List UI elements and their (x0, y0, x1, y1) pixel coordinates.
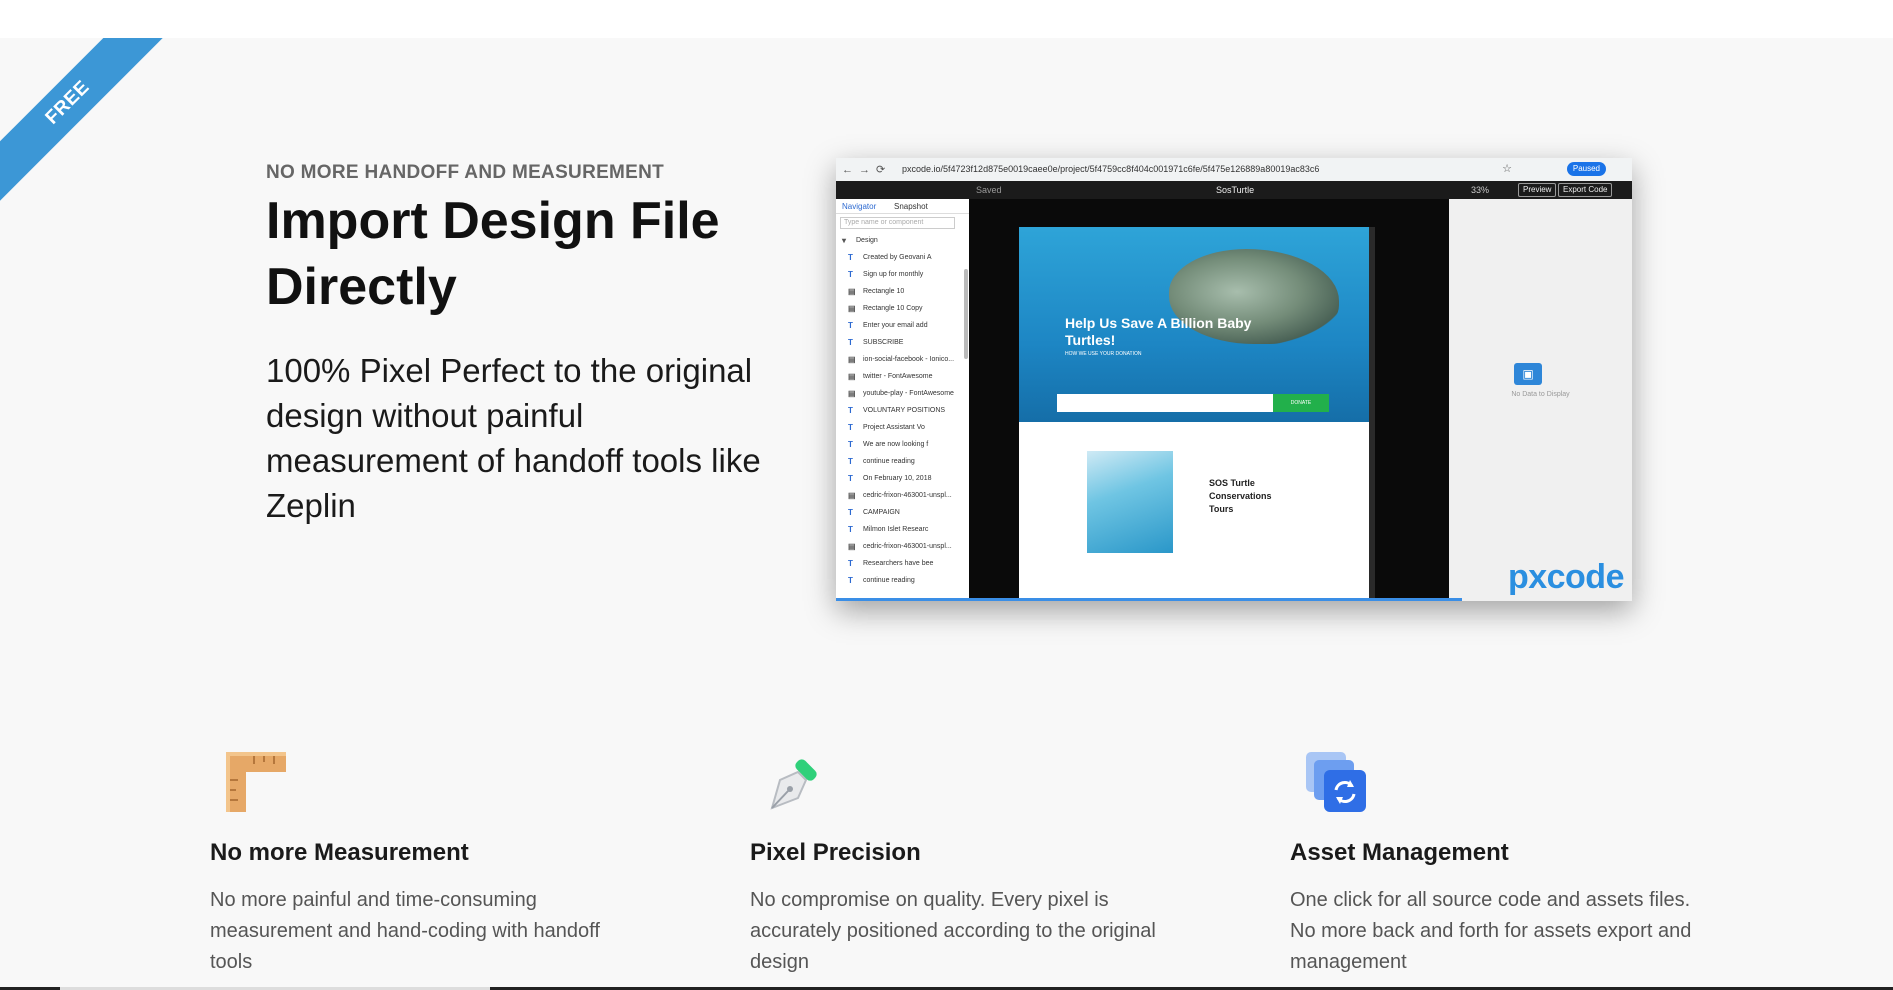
layer-item: Project Assistant Vo (836, 419, 969, 436)
layer-item: youtube-play - FontAwesome (836, 385, 969, 402)
layer-item: continue reading (836, 453, 969, 470)
zoom-level: 33% (1471, 185, 1490, 195)
sos-title: SOS Turtle Conservations Tours (1209, 478, 1272, 514)
section-title: Import Design File Directly (266, 192, 720, 316)
section-description: 100% Pixel Perfect to the original desig… (266, 352, 761, 524)
design-canvas: Help Us Save A Billion Baby Turtles! HOW… (969, 199, 1449, 601)
artboard: Help Us Save A Billion Baby Turtles! HOW… (1019, 227, 1369, 601)
layer-item: cedric-frixon-463001-unspl... (836, 487, 969, 504)
layer-item: CAMPAIGN (836, 504, 969, 521)
pxcode-logo: pxcode (1507, 558, 1625, 596)
star-icon: ☆ (1502, 163, 1512, 175)
layer-item: Created by Geovani A (836, 249, 969, 266)
properties-panel: ▣ No Data to Display pxcode (1449, 199, 1632, 601)
layer-item: We are now looking f (836, 436, 969, 453)
document-name: SosTurtle (1216, 185, 1255, 195)
preview-button: Preview (1518, 183, 1557, 197)
layer-item: Rectangle 10 (836, 283, 969, 300)
video-progress (836, 598, 1462, 601)
artboard-hero: Help Us Save A Billion Baby Turtles! HOW… (1019, 227, 1369, 422)
donate-bar: DONATE (1057, 394, 1329, 412)
artboard-hero-title: Help Us Save A Billion Baby Turtles! (1065, 315, 1252, 348)
product-screenshot: ←→⟳ pxcode.io/5f4723f12d875e0019caee0e/p… (836, 158, 1632, 601)
layer-item: Rectangle 10 Copy (836, 300, 969, 317)
tab-navigator: Navigator (842, 202, 877, 211)
feature-title: Asset Management (1290, 839, 1509, 866)
layer-item: ion-social-facebook - Ionico... (836, 351, 969, 368)
no-data-icon: ▣ (1514, 363, 1542, 385)
layer-scrollbar (964, 269, 968, 359)
layer-item: Researchers have bee (836, 555, 969, 572)
feature-text: No more painful and time-consuming measu… (210, 889, 600, 973)
browser-chrome: ←→⟳ pxcode.io/5f4723f12d875e0019caee0e/p… (836, 158, 1632, 182)
artboard-hero-sub: HOW WE USE YOUR DONATION (1065, 351, 1142, 357)
layer-item: Sign up for monthly (836, 266, 969, 283)
layer-item: Design (836, 232, 969, 249)
layer-item: Enter your email add (836, 317, 969, 334)
free-ribbon-label: FREE (0, 38, 170, 208)
asset-sync-icon (1306, 752, 1366, 812)
layer-item: cedric-frixon-463001-unspl... (836, 538, 969, 555)
layer-item: SUBSCRIBE (836, 334, 969, 351)
pen-nib-icon (770, 759, 817, 810)
feature-text: One click for all source code and assets… (1290, 889, 1692, 973)
navigator-panel: Navigator Snapshot Type name or componen… (836, 199, 969, 601)
layer-item: On February 10, 2018 (836, 470, 969, 487)
export-code-button: Export Code (1558, 183, 1613, 197)
saved-status: Saved (976, 185, 1002, 195)
layer-item: VOLUNTARY POSITIONS (836, 402, 969, 419)
browser-url: pxcode.io/5f4723f12d875e0019caee0e/proje… (902, 164, 1320, 174)
donate-button: DONATE (1273, 394, 1329, 412)
editor-toolbar: Saved SosTurtle 33% Preview Export Code (836, 181, 1632, 199)
no-data-text: No Data to Display (1511, 391, 1570, 398)
layer-list: DesignCreated by Geovani ASign up for mo… (836, 232, 969, 589)
feature-title: Pixel Precision (750, 839, 921, 866)
layer-search: Type name or component (840, 217, 955, 229)
navigator-tabs: Navigator Snapshot (836, 199, 969, 214)
layer-item: Milmon Islet Researc (836, 521, 969, 538)
feature-title: No more Measurement (210, 839, 469, 866)
pool-image (1087, 451, 1173, 553)
browser-nav-icons: ←→⟳ (842, 164, 892, 176)
layer-item: continue reading (836, 572, 969, 589)
artboard-divider (1369, 227, 1375, 601)
layer-item: twitter - FontAwesome (836, 368, 969, 385)
section-eyebrow: NO MORE HANDOFF AND MEASUREMENT (266, 162, 665, 183)
paused-badge: Paused (1566, 162, 1606, 176)
feature-text: No compromise on quality. Every pixel is… (750, 889, 1156, 973)
free-ribbon: FREE (0, 38, 170, 208)
ruler-icon (226, 752, 286, 812)
tab-snapshot: Snapshot (894, 202, 928, 211)
feature-section: FREE NO MORE HANDOFF AND MEASUREMENT Imp… (0, 38, 1893, 990)
